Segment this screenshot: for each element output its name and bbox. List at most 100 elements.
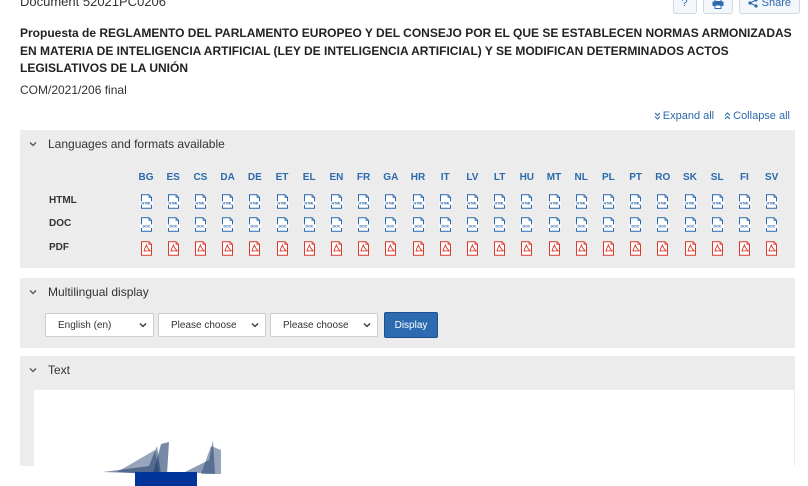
- pdf-link-en[interactable]: [326, 239, 346, 257]
- pdf-link-pl[interactable]: [598, 239, 618, 257]
- language-code-label: ES: [166, 171, 180, 183]
- doc-link-nl[interactable]: DOC: [571, 215, 591, 233]
- doc-link-es[interactable]: DOC: [163, 215, 183, 233]
- doc-link-en[interactable]: DOC: [326, 215, 346, 233]
- pdf-link-hr[interactable]: [408, 239, 428, 257]
- pdf-file-icon: [385, 240, 397, 256]
- html-link-pl[interactable]: HTML: [598, 192, 618, 210]
- html-link-nl[interactable]: HTML: [571, 192, 591, 210]
- text-panel-header[interactable]: Text: [20, 356, 795, 384]
- html-link-bg[interactable]: HTML: [136, 192, 156, 210]
- html-link-et[interactable]: HTML: [272, 192, 292, 210]
- doc-file-icon: DOC: [357, 216, 370, 232]
- language-select-2[interactable]: Please choose: [158, 313, 266, 337]
- pdf-link-et[interactable]: [272, 239, 292, 257]
- doc-link-fi[interactable]: DOC: [734, 215, 754, 233]
- languages-panel: Languages and formats available BG ES CS DA…: [20, 130, 795, 268]
- html-link-lv[interactable]: HTML: [462, 192, 482, 210]
- pdf-link-ga[interactable]: [381, 239, 401, 257]
- pdf-link-mt[interactable]: [544, 239, 564, 257]
- pdf-link-es[interactable]: [163, 239, 183, 257]
- doc-file-icon: DOC: [520, 216, 534, 232]
- doc-link-sk[interactable]: DOC: [680, 215, 700, 233]
- html-link-sv[interactable]: HTML: [762, 192, 782, 210]
- svg-text:DOC: DOC: [604, 224, 612, 228]
- collapse-all-link[interactable]: Collapse all: [724, 110, 790, 122]
- doc-link-et[interactable]: DOC: [272, 215, 292, 233]
- html-link-sl[interactable]: HTML: [707, 192, 727, 210]
- pdf-link-nl[interactable]: [571, 239, 591, 257]
- doc-link-cs[interactable]: DOC: [190, 215, 210, 233]
- doc-file-icon: DOC: [384, 216, 398, 232]
- html-link-sk[interactable]: HTML: [680, 192, 700, 210]
- pdf-link-cs[interactable]: [190, 239, 210, 257]
- pdf-link-bg[interactable]: [136, 239, 156, 257]
- pdf-file-icon: [766, 240, 778, 256]
- doc-link-it[interactable]: DOC: [435, 215, 455, 233]
- share-button[interactable]: Share: [738, 0, 800, 14]
- doc-link-hr[interactable]: DOC: [408, 215, 428, 233]
- doc-file-icon: DOC: [574, 216, 588, 232]
- html-link-hu[interactable]: HTML: [517, 192, 537, 210]
- html-link-ga[interactable]: HTML: [381, 192, 401, 210]
- html-link-da[interactable]: HTML: [218, 192, 238, 210]
- pdf-link-da[interactable]: [218, 239, 238, 257]
- pdf-link-hu[interactable]: [517, 239, 537, 257]
- doc-link-fr[interactable]: DOC: [354, 215, 374, 233]
- pdf-link-sv[interactable]: [762, 239, 782, 257]
- pdf-link-ro[interactable]: [653, 239, 673, 257]
- html-link-cs[interactable]: HTML: [190, 192, 210, 210]
- html-link-ro[interactable]: HTML: [653, 192, 673, 210]
- pdf-link-lt[interactable]: [490, 239, 510, 257]
- pdf-file-icon: [412, 240, 424, 256]
- html-file-icon: HTML: [139, 193, 153, 209]
- doc-link-ga[interactable]: DOC: [381, 215, 401, 233]
- html-link-it[interactable]: HTML: [435, 192, 455, 210]
- doc-link-ro[interactable]: DOC: [653, 215, 673, 233]
- multilingual-panel-header[interactable]: Multilingual display: [20, 278, 795, 306]
- print-button[interactable]: [702, 0, 733, 14]
- display-button[interactable]: Display: [384, 312, 438, 338]
- pdf-link-sk[interactable]: [680, 239, 700, 257]
- language-code-hr: HR: [408, 168, 428, 186]
- html-link-pt[interactable]: HTML: [626, 192, 646, 210]
- pdf-file-icon: [711, 240, 723, 256]
- pdf-link-it[interactable]: [435, 239, 455, 257]
- expand-all-link[interactable]: Expand all: [654, 110, 714, 122]
- pdf-link-fr[interactable]: [354, 239, 374, 257]
- html-link-hr[interactable]: HTML: [408, 192, 428, 210]
- html-link-el[interactable]: HTML: [299, 192, 319, 210]
- language-select-1[interactable]: English (en): [45, 313, 154, 337]
- pdf-link-fi[interactable]: [734, 239, 754, 257]
- pdf-link-de[interactable]: [245, 239, 265, 257]
- pdf-link-lv[interactable]: [462, 239, 482, 257]
- html-link-fi[interactable]: HTML: [734, 192, 754, 210]
- doc-link-sl[interactable]: DOC: [707, 215, 727, 233]
- language-select-3[interactable]: Please choose: [270, 313, 378, 337]
- chevron-down-icon: [29, 142, 37, 147]
- doc-link-mt[interactable]: DOC: [544, 215, 564, 233]
- doc-link-da[interactable]: DOC: [218, 215, 238, 233]
- doc-link-lv[interactable]: DOC: [462, 215, 482, 233]
- doc-link-pl[interactable]: DOC: [598, 215, 618, 233]
- html-link-de[interactable]: HTML: [245, 192, 265, 210]
- html-link-es[interactable]: HTML: [163, 192, 183, 210]
- html-link-mt[interactable]: HTML: [544, 192, 564, 210]
- doc-file-icon: DOC: [738, 216, 751, 232]
- html-link-lt[interactable]: HTML: [490, 192, 510, 210]
- doc-link-hu[interactable]: DOC: [517, 215, 537, 233]
- html-link-fr[interactable]: HTML: [354, 192, 374, 210]
- help-button[interactable]: ?: [672, 0, 697, 14]
- doc-link-sv[interactable]: DOC: [762, 215, 782, 233]
- doc-link-de[interactable]: DOC: [245, 215, 265, 233]
- pdf-file-icon: [140, 240, 152, 256]
- doc-link-pt[interactable]: DOC: [626, 215, 646, 233]
- doc-link-lt[interactable]: DOC: [490, 215, 510, 233]
- pdf-link-pt[interactable]: [626, 239, 646, 257]
- doc-link-bg[interactable]: DOC: [136, 215, 156, 233]
- doc-link-el[interactable]: DOC: [299, 215, 319, 233]
- pdf-link-sl[interactable]: [707, 239, 727, 257]
- languages-panel-header[interactable]: Languages and formats available: [20, 130, 795, 158]
- pdf-link-el[interactable]: [299, 239, 319, 257]
- html-link-en[interactable]: HTML: [326, 192, 346, 210]
